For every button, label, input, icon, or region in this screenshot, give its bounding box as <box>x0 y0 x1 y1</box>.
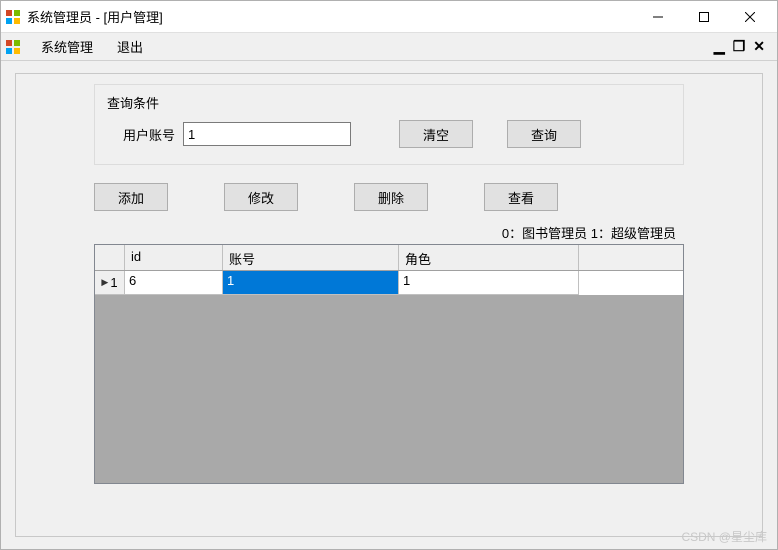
row-indicator-icon: ▶ <box>101 277 108 288</box>
view-button[interactable]: 查看 <box>484 183 558 211</box>
minimize-button[interactable] <box>635 2 681 32</box>
search-button[interactable]: 查询 <box>507 120 581 148</box>
menu-system[interactable]: 系统管理 <box>29 33 105 60</box>
data-grid[interactable]: id 账号 角色 ▶ 1 6 1 1 <box>94 244 684 484</box>
account-input[interactable] <box>183 122 351 146</box>
content-area: 查询条件 用户账号 清空 查询 添加 修改 删除 查看 0：图书管理员 1：超级… <box>1 61 777 549</box>
delete-button[interactable]: 删除 <box>354 183 428 211</box>
grid-row[interactable]: ▶ 1 6 1 1 <box>95 271 683 295</box>
add-button[interactable]: 添加 <box>94 183 168 211</box>
close-button[interactable] <box>727 2 773 32</box>
query-group: 查询条件 用户账号 清空 查询 <box>94 84 684 165</box>
mdi-close-icon[interactable]: ✕ <box>753 38 765 55</box>
account-label: 用户账号 <box>123 125 175 144</box>
clear-button[interactable]: 清空 <box>399 120 473 148</box>
col-header-role[interactable]: 角色 <box>399 245 579 270</box>
maximize-button[interactable] <box>681 2 727 32</box>
cell-id[interactable]: 6 <box>125 271 223 295</box>
mdi-app-icon <box>5 39 21 55</box>
mdi-controls: ▁ ❐ ✕ <box>714 38 773 55</box>
window-title: 系统管理员 - [用户管理] <box>27 7 635 26</box>
window-controls <box>635 2 773 32</box>
cell-account[interactable]: 1 <box>223 271 399 295</box>
mdi-restore-icon[interactable]: ❐ <box>733 38 746 55</box>
app-icon <box>5 9 21 25</box>
col-header-account[interactable]: 账号 <box>223 245 399 270</box>
menubar: 系统管理 退出 ▁ ❐ ✕ <box>1 33 777 61</box>
main-window: 系统管理员 - [用户管理] 系统管理 退出 ▁ ❐ ✕ <box>0 0 778 550</box>
col-header-id[interactable]: id <box>125 245 223 270</box>
row-selector[interactable]: ▶ 1 <box>95 271 125 295</box>
row-number: 1 <box>110 275 117 290</box>
query-row: 用户账号 清空 查询 <box>105 120 673 148</box>
role-legend: 0：图书管理员 1：超级管理员 <box>94 223 684 242</box>
mdi-minimize-icon[interactable]: ▁ <box>714 38 725 55</box>
inner-panel: 查询条件 用户账号 清空 查询 添加 修改 删除 查看 0：图书管理员 1：超级… <box>15 73 763 537</box>
row-selector-header[interactable] <box>95 245 125 270</box>
edit-button[interactable]: 修改 <box>224 183 298 211</box>
titlebar: 系统管理员 - [用户管理] <box>1 1 777 33</box>
cell-role[interactable]: 1 <box>399 271 579 295</box>
action-row: 添加 修改 删除 查看 <box>94 183 684 211</box>
grid-header: id 账号 角色 <box>95 245 683 271</box>
query-group-title: 查询条件 <box>105 89 673 120</box>
menu-exit[interactable]: 退出 <box>105 33 155 60</box>
